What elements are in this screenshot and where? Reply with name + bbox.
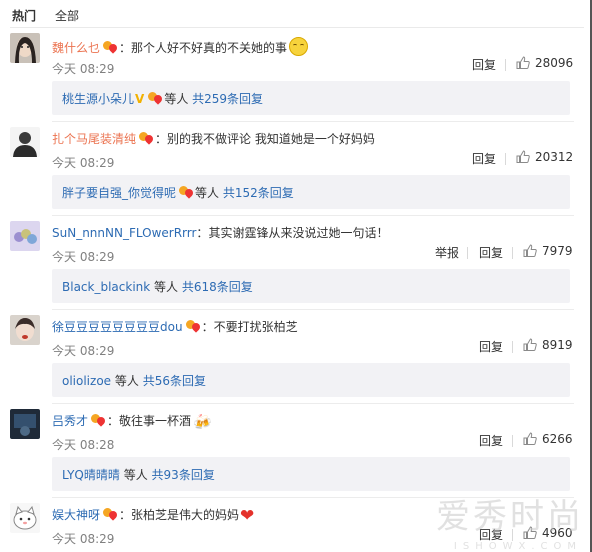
comment-username[interactable]: 娱大神呀 bbox=[52, 508, 100, 522]
like-button[interactable]: 28096 bbox=[516, 56, 573, 70]
tabs-divider bbox=[10, 27, 584, 28]
comment-line: 扎个马尾装清纯 ：别的我不做评论 我知道她是一个好妈妈 bbox=[52, 132, 375, 146]
member-badge-icon bbox=[178, 186, 195, 199]
comment-username[interactable]: SuN_nnnNN_FLOwerRrrr bbox=[52, 226, 196, 240]
thumbs-up-icon bbox=[523, 432, 537, 445]
member-badge-icon bbox=[90, 414, 107, 427]
action-divider bbox=[512, 247, 513, 259]
thumbs-up-icon bbox=[523, 244, 537, 257]
watermark-url: ISHOWX.COM bbox=[453, 541, 582, 552]
reply-username[interactable]: oliolizoe bbox=[62, 374, 111, 388]
comment-time: 今天 08:29 bbox=[52, 62, 115, 76]
like-count: 8919 bbox=[542, 338, 573, 352]
smile-emoji-icon bbox=[289, 37, 309, 56]
reply-count-link[interactable]: 共93条回复 bbox=[152, 468, 215, 482]
member-badge-icon bbox=[138, 132, 155, 145]
like-count: 20312 bbox=[535, 150, 574, 164]
comment-line: 娱大神呀 ：张柏芝是伟大的妈妈❤ bbox=[52, 506, 255, 526]
action-divider bbox=[467, 247, 468, 259]
action-divider bbox=[512, 435, 513, 447]
avatar[interactable] bbox=[10, 315, 40, 345]
thumbs-up-icon bbox=[523, 338, 537, 351]
reply-count-link[interactable]: 共618条回复 bbox=[182, 280, 253, 294]
report-button[interactable]: 举报 bbox=[435, 244, 459, 261]
comment-username[interactable]: 扎个马尾装清纯 bbox=[52, 132, 136, 146]
comment-username[interactable]: 徐豆豆豆豆豆豆豆豆dou bbox=[52, 320, 183, 334]
comment-divider bbox=[52, 121, 574, 122]
reply-username[interactable]: 胖子要自强_你觉得呢 bbox=[62, 186, 176, 200]
reply-button[interactable]: 回复 bbox=[472, 150, 496, 167]
avatar[interactable] bbox=[10, 409, 40, 439]
like-button[interactable]: 7979 bbox=[523, 244, 573, 258]
reply-username[interactable]: 桃生源小朵儿 bbox=[62, 92, 134, 106]
reply-username[interactable]: LYQ晴晴晴 bbox=[62, 468, 120, 482]
comment-time: 今天 08:29 bbox=[52, 344, 115, 358]
comment-line: 吕秀才 ：敬往事一杯酒 🍻 bbox=[52, 413, 212, 431]
comment-line: 魏什么乜 ：那个人好不好真的不关她的事 bbox=[52, 37, 309, 56]
like-button[interactable]: 8919 bbox=[523, 338, 573, 352]
comment-text: 那个人好不好真的不关她的事 bbox=[131, 41, 288, 55]
comment-line: SuN_nnnNN_FLOwerRrrr：其实谢霆锋从来没说过她一句话！ bbox=[52, 226, 389, 240]
comment-text: 其实谢霆锋从来没说过她一句话！ bbox=[208, 226, 389, 240]
action-divider bbox=[505, 59, 506, 71]
comment-divider bbox=[52, 215, 574, 216]
reply-summary[interactable]: 胖子要自强_你觉得呢 等人 共152条回复 bbox=[52, 175, 570, 209]
comment-username[interactable]: 吕秀才 bbox=[52, 414, 88, 428]
reply-summary[interactable]: 桃生源小朵儿V 等人 共259条回复 bbox=[52, 81, 570, 115]
reply-count-link[interactable]: 共259条回复 bbox=[192, 92, 263, 106]
comment-text: 张柏芝是伟大的妈妈 bbox=[131, 508, 240, 522]
reply-button[interactable]: 回复 bbox=[472, 56, 496, 73]
comment-divider bbox=[52, 403, 574, 404]
comment-time: 今天 08:28 bbox=[52, 438, 115, 452]
comment-divider bbox=[52, 309, 574, 310]
comment-line: 徐豆豆豆豆豆豆豆豆dou ：不要打扰张柏芝 bbox=[52, 320, 298, 334]
like-button[interactable]: 20312 bbox=[516, 150, 573, 164]
avatar[interactable] bbox=[10, 221, 40, 251]
watermark-logo: 爱秀时尚 bbox=[436, 497, 584, 537]
avatar[interactable] bbox=[10, 503, 40, 533]
comment-time: 今天 08:29 bbox=[52, 532, 115, 546]
thumbs-up-icon bbox=[516, 56, 530, 69]
reply-count-link[interactable]: 共56条回复 bbox=[143, 374, 206, 388]
member-badge-icon bbox=[102, 508, 119, 521]
like-count: 7979 bbox=[542, 244, 573, 258]
vip-icon: V bbox=[135, 92, 145, 106]
heart-emoji-icon: ❤ bbox=[240, 506, 255, 526]
comment-text: 别的我不做评论 我知道她是一个好妈妈 bbox=[167, 132, 375, 146]
reply-summary[interactable]: oliolizoe 等人 共56条回复 bbox=[52, 363, 570, 397]
comment-text: 敬往事一杯酒 bbox=[119, 414, 192, 428]
member-badge-icon bbox=[102, 41, 119, 54]
like-button[interactable]: 6266 bbox=[523, 432, 573, 446]
thumbs-up-icon bbox=[516, 150, 530, 163]
action-divider bbox=[512, 341, 513, 353]
reply-button[interactable]: 回复 bbox=[479, 244, 503, 261]
comment-tabs: 热门 全部 bbox=[0, 0, 592, 28]
comment-username[interactable]: 魏什么乜 bbox=[52, 41, 100, 55]
reply-username[interactable]: Black_blackink bbox=[62, 280, 150, 294]
tab-all[interactable]: 全部 bbox=[55, 7, 79, 24]
like-count: 28096 bbox=[535, 56, 574, 70]
reply-count-link[interactable]: 共152条回复 bbox=[223, 186, 294, 200]
reply-summary[interactable]: LYQ晴晴晴 等人 共93条回复 bbox=[52, 457, 570, 491]
action-divider bbox=[505, 153, 506, 165]
tab-hot[interactable]: 热门 bbox=[12, 7, 36, 24]
reply-button[interactable]: 回复 bbox=[479, 338, 503, 355]
avatar[interactable] bbox=[10, 127, 40, 157]
like-count: 6266 bbox=[542, 432, 573, 446]
comment-text: 不要打扰张柏芝 bbox=[213, 320, 298, 334]
member-badge-icon bbox=[147, 92, 164, 105]
reply-summary[interactable]: Black_blackink 等人 共618条回复 bbox=[52, 269, 570, 303]
comment-time: 今天 08:29 bbox=[52, 156, 115, 170]
reply-button[interactable]: 回复 bbox=[479, 432, 503, 449]
member-badge-icon bbox=[185, 320, 202, 333]
comment-time: 今天 08:29 bbox=[52, 250, 115, 264]
cheers-beer-icon: 🍻 bbox=[193, 413, 212, 431]
avatar[interactable] bbox=[10, 33, 40, 63]
